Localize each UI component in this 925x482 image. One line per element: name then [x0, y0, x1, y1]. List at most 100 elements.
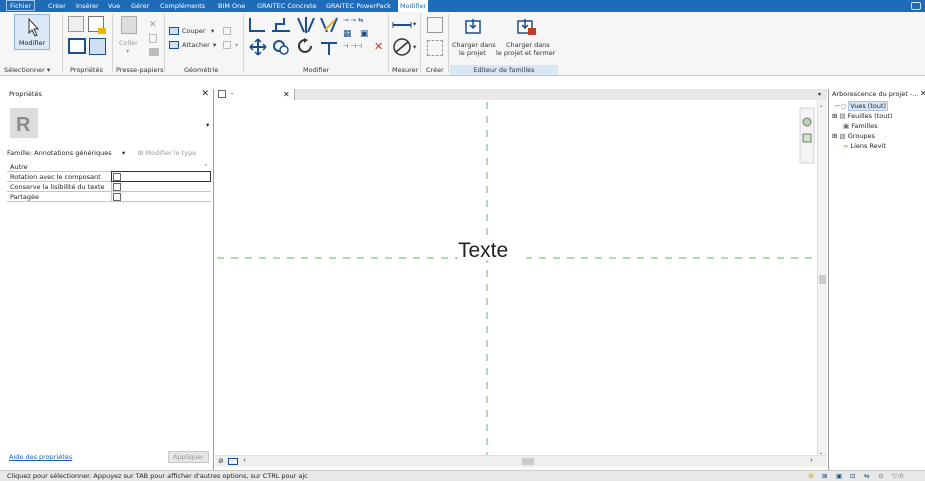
trim-extend-icon[interactable]	[319, 37, 339, 56]
menu-graitec-powerpack[interactable]: GRAITEC PowerPack	[326, 0, 391, 12]
paste-icon[interactable]	[121, 16, 137, 34]
load-and-close-label-2[interactable]: le projet et fermer	[496, 49, 555, 57]
view-tab[interactable]: - ✕	[215, 89, 295, 100]
mirror-draw-icon[interactable]	[319, 16, 339, 34]
array-icon[interactable]: ▦	[343, 29, 352, 39]
copy-element-icon[interactable]	[272, 38, 290, 56]
paste-dropdown-icon[interactable]: ▾	[126, 47, 129, 55]
offset-icon[interactable]	[270, 16, 292, 34]
scroll-left-icon[interactable]: ‹	[243, 456, 246, 464]
expand-icon[interactable]: ⊞	[832, 132, 837, 140]
browser-close-icon[interactable]: ✕	[920, 89, 925, 99]
create-similar-icon[interactable]	[427, 40, 443, 56]
tree-item-liens-revit[interactable]: ∞ Liens Revit	[843, 142, 886, 150]
expand-icon[interactable]: ⊞	[832, 112, 837, 120]
mirror-axis-icon[interactable]	[296, 16, 316, 34]
edit-type-label: Modifier le type	[145, 149, 197, 157]
apply-button[interactable]: Appliquer	[168, 451, 209, 463]
worksets-icon[interactable]: ⚙	[808, 471, 814, 482]
select-pinned-icon[interactable]: ⇆	[864, 471, 869, 482]
dimension-icon[interactable]	[392, 37, 412, 57]
horizontal-scroll-thumb[interactable]	[522, 458, 534, 465]
filter-icon[interactable]: ▽:0	[892, 471, 903, 482]
family-types-icon[interactable]	[88, 16, 106, 34]
delete-icon[interactable]: ✕	[374, 40, 383, 53]
family-category-icon[interactable]	[89, 38, 106, 55]
create-group-icon[interactable]	[427, 17, 443, 33]
paint-icon[interactable]	[223, 41, 231, 49]
attacher-dropdown-icon[interactable]: ▾	[213, 41, 216, 49]
properties-icon[interactable]	[68, 38, 86, 54]
cut-icon[interactable]: ✕	[149, 20, 157, 30]
tab-list-icon[interactable]: ▾	[818, 89, 821, 100]
type-properties-icon[interactable]	[68, 16, 84, 32]
pin-icon[interactable]: ▣	[360, 29, 369, 39]
detail-level-icon[interactable]: ⊘	[218, 457, 224, 465]
design-options-icon[interactable]: ⊠	[822, 471, 827, 482]
match-properties-icon[interactable]	[149, 48, 159, 56]
window-options-icon[interactable]	[911, 2, 921, 10]
vertical-scroll-thumb[interactable]	[819, 275, 826, 284]
canvas-text-label[interactable]: Texte	[458, 239, 508, 262]
edit-type-button[interactable]: ⊞ Modifier le type	[138, 147, 196, 159]
menu-gerer[interactable]: Gérer	[131, 0, 149, 12]
vertical-scrollbar[interactable]: ⌃ ⌄	[817, 100, 827, 460]
tree-item-familles[interactable]: ▣ Familles	[843, 122, 878, 130]
menu-modifier[interactable]: Modifier	[398, 0, 429, 12]
rotate-icon[interactable]	[296, 37, 314, 56]
panel-mesurer: Mesurer	[392, 66, 419, 74]
load-and-close-label-1[interactable]: Charger dans	[506, 41, 550, 49]
family-selector[interactable]: Famille: Annotations génériques	[7, 147, 121, 159]
drawing-canvas[interactable]: Texte	[215, 100, 817, 455]
align-icon[interactable]	[247, 16, 267, 34]
property-label-rotation: Rotation avec le composant	[10, 173, 101, 181]
split-face-icon[interactable]	[223, 27, 231, 35]
join-icon[interactable]	[169, 41, 179, 49]
measure-dropdown-icon[interactable]: ▾	[413, 20, 416, 28]
load-into-project-label-2[interactable]: le projet	[459, 49, 486, 57]
select-by-face-icon[interactable]: ⚙	[878, 471, 884, 482]
menu-bim-one[interactable]: BIM One	[218, 0, 245, 12]
tab-close-icon[interactable]: ✕	[283, 89, 290, 100]
split-icon[interactable]: ⊸ ⊸ ⇆	[343, 16, 363, 24]
move-icon[interactable]	[249, 38, 267, 56]
menu-graitec-concrete[interactable]: GRAITEC Concrete	[257, 0, 317, 12]
scale-icon[interactable]: ⊣ ⊣⊣	[343, 42, 362, 50]
tree-item-feuilles[interactable]: ⊞ ▤ Feuilles (tout)	[832, 112, 892, 120]
load-into-project-icon[interactable]	[465, 18, 483, 34]
menu-inserer[interactable]: Insérer	[76, 0, 99, 12]
status-bar: Cliquez pour sélectionner. Appuyez sur T…	[0, 470, 925, 481]
menu-file[interactable]: Fichier	[6, 0, 36, 11]
tree-label-feuilles: Feuilles (tout)	[847, 112, 893, 120]
navigation-bar[interactable]	[799, 107, 815, 164]
load-and-close-icon[interactable]	[517, 18, 537, 36]
scroll-right-icon[interactable]: ›	[810, 456, 813, 464]
visual-style-icon[interactable]	[228, 458, 238, 465]
family-selector-dropdown-icon[interactable]: ▾	[122, 147, 125, 159]
dimension-dropdown-icon[interactable]: ▾	[413, 43, 416, 51]
partagee-checkbox[interactable]	[113, 193, 121, 201]
lisibilite-checkbox[interactable]	[113, 183, 121, 191]
tree-item-groupes[interactable]: ⊞ ▧ Groupes	[832, 132, 875, 140]
couper-button[interactable]: Couper	[182, 27, 205, 35]
paint-dropdown-icon[interactable]: ▾	[235, 41, 238, 49]
select-links-icon[interactable]: ▣	[836, 471, 842, 482]
select-underlay-icon[interactable]: ⊡	[850, 471, 855, 482]
copy-icon[interactable]	[149, 34, 157, 43]
menu-complements[interactable]: Compléments	[160, 0, 205, 12]
modifier-select-button[interactable]: Modifier	[14, 14, 50, 50]
panel-selectionner[interactable]: Sélectionner ▾	[4, 65, 50, 75]
close-icon[interactable]: ✕	[201, 89, 209, 99]
menu-vue[interactable]: Vue	[108, 0, 120, 12]
tree-item-vues[interactable]: ⌐○ Vues (tout)	[835, 101, 889, 111]
paste-label[interactable]: Coller	[119, 39, 138, 47]
scroll-up-icon[interactable]: ⌃	[819, 105, 823, 111]
properties-help-link[interactable]: Aide des propriétés	[9, 453, 72, 461]
menu-creer[interactable]: Créer	[48, 0, 66, 12]
couper-dropdown-icon[interactable]: ▾	[211, 27, 214, 35]
load-into-project-label-1[interactable]: Charger dans	[452, 41, 496, 49]
cope-icon[interactable]	[169, 27, 179, 35]
type-selector-dropdown-icon[interactable]: ▾	[206, 121, 209, 129]
attacher-button[interactable]: Attacher	[182, 41, 210, 49]
measure-icon[interactable]	[392, 20, 412, 30]
